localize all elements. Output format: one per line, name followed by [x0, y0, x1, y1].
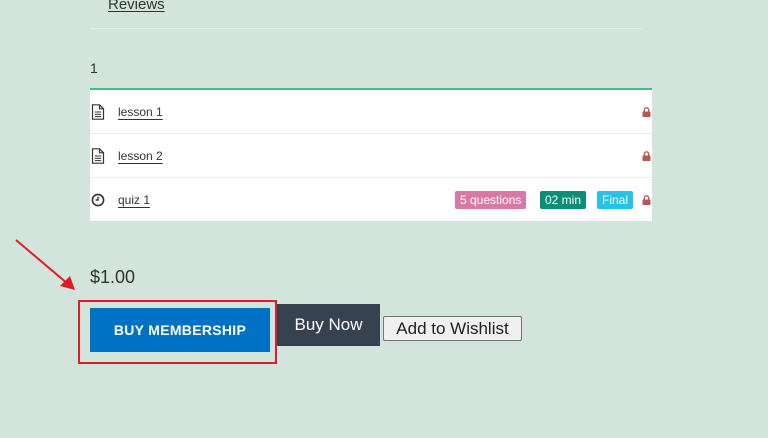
quiz-title[interactable]: quiz 1 [118, 193, 150, 207]
lesson-title[interactable]: lesson 1 [118, 105, 163, 119]
duration-badge: 02 min [540, 191, 587, 209]
list-item[interactable]: lesson 1 [90, 90, 652, 134]
final-badge: Final [597, 191, 634, 209]
lock-icon [642, 150, 651, 161]
document-icon [91, 147, 105, 164]
section-title: 1 [90, 60, 98, 76]
lock-icon [642, 106, 651, 117]
buy-membership-button[interactable]: BUY MEMBERSHIP [90, 308, 270, 352]
lock-icon [642, 195, 651, 205]
list-item[interactable]: quiz 1 5 questions 02 min Final [90, 178, 652, 222]
tabs-divider [90, 28, 642, 29]
buy-now-button[interactable]: Buy Now [277, 304, 380, 346]
annotation-arrow-icon [15, 239, 75, 290]
document-icon [91, 103, 105, 120]
tab-reviews[interactable]: Reviews [108, 0, 165, 13]
list-item[interactable]: lesson 2 [90, 134, 652, 178]
curriculum-list: lesson 1 lesson 2 quiz 1 5 questions 02 … [90, 88, 652, 221]
add-to-wishlist-button[interactable]: Add to Wishlist [383, 316, 522, 341]
questions-badge: 5 questions [455, 191, 527, 209]
price: $1.00 [90, 267, 136, 287]
clock-icon [91, 193, 105, 207]
lesson-title[interactable]: lesson 2 [118, 149, 163, 163]
